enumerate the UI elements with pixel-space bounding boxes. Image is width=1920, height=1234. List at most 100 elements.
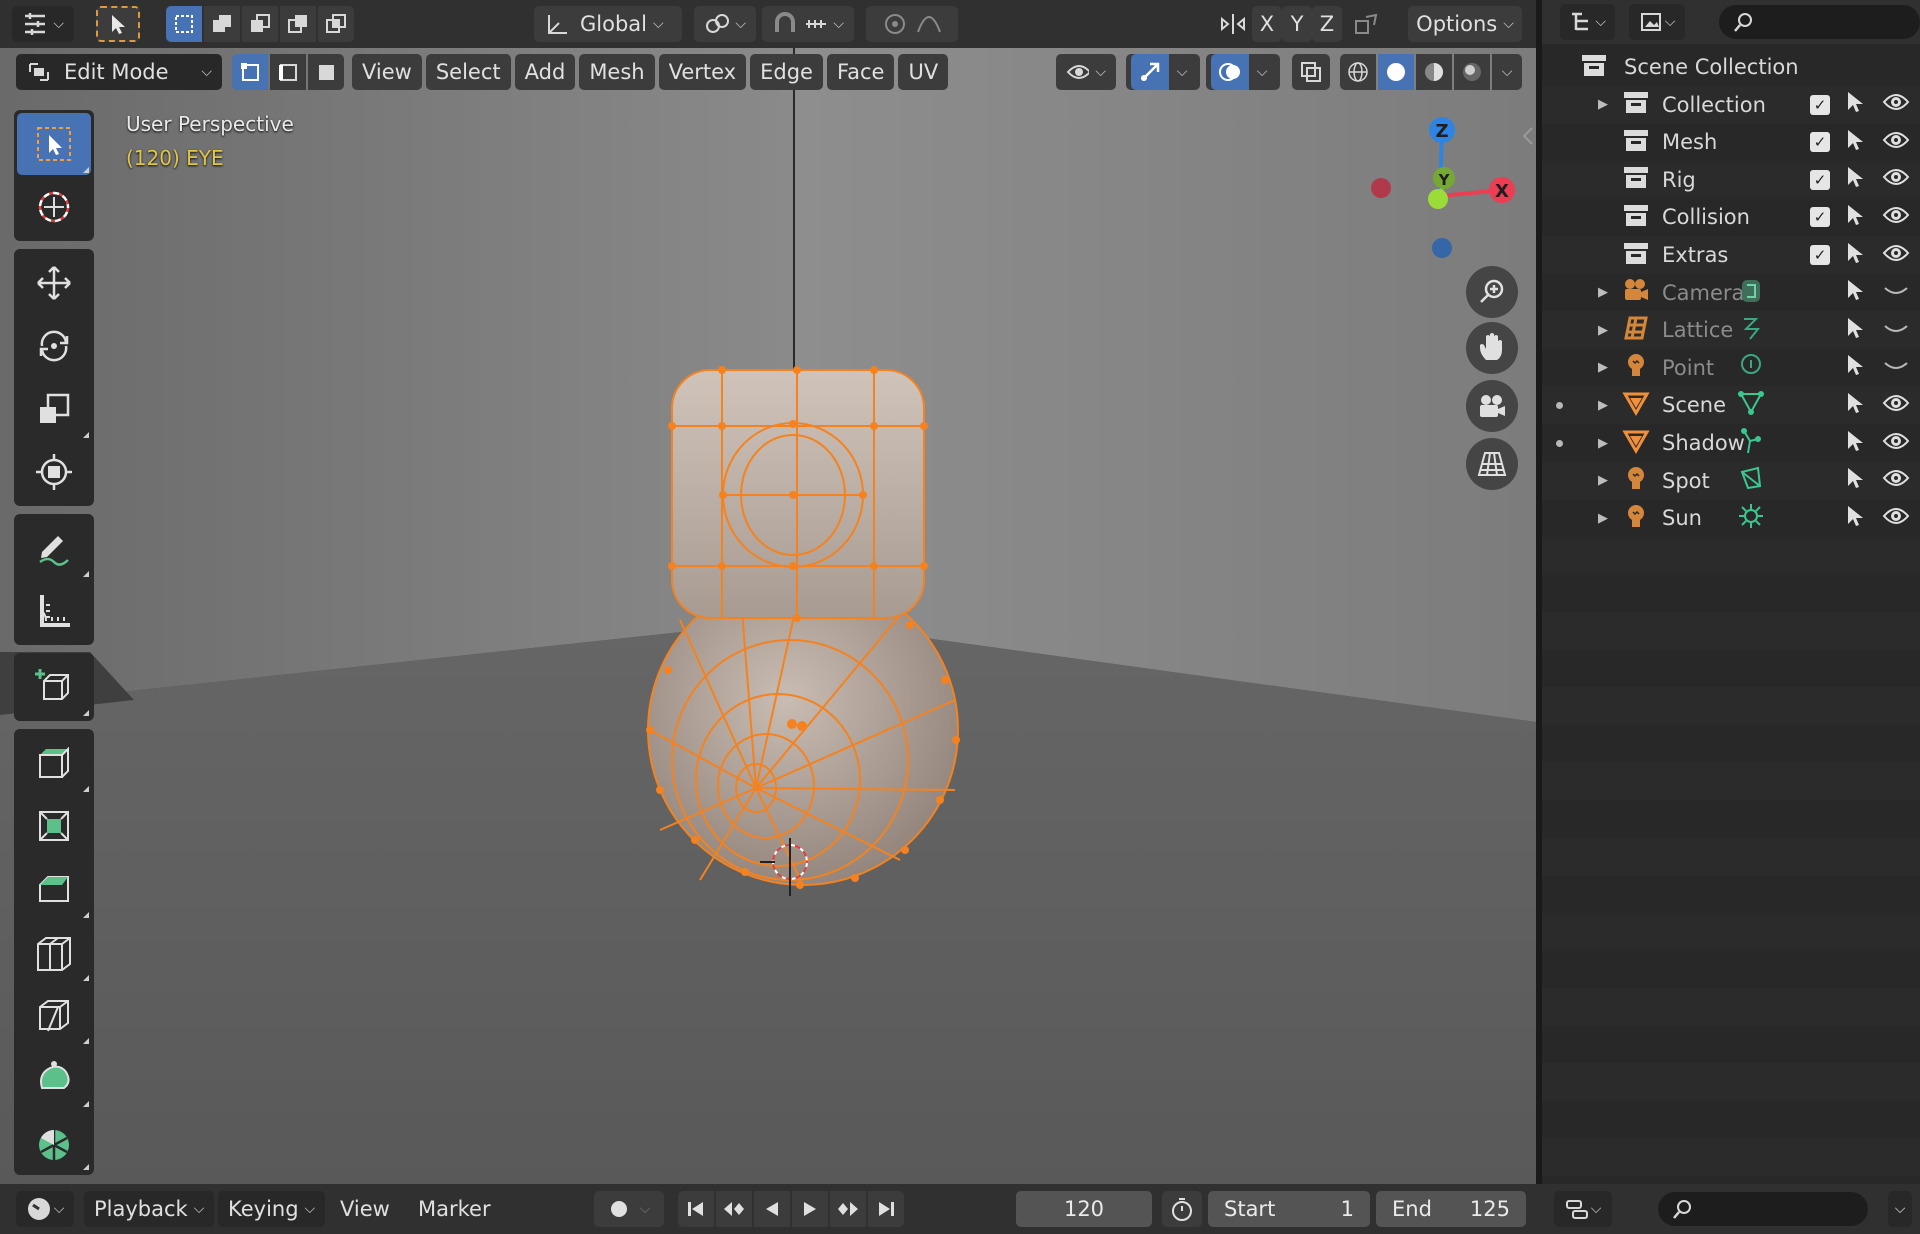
- display-mode-dropdown[interactable]: ⌵: [1629, 4, 1685, 40]
- perspective-toggle-button[interactable]: [1466, 438, 1518, 490]
- object-data-icon[interactable]: [1738, 464, 1764, 497]
- prev-keyframe-button[interactable]: [716, 1191, 752, 1227]
- expand-arrow-icon[interactable]: ▶: [1598, 323, 1608, 338]
- playback-menu[interactable]: Playback ⌵: [84, 1191, 215, 1227]
- mirror-y-toggle[interactable]: Y: [1282, 6, 1312, 42]
- use-preview-range-toggle[interactable]: [1162, 1191, 1202, 1227]
- camera-view-button[interactable]: [1466, 380, 1518, 432]
- expand-arrow-icon[interactable]: ▶: [1598, 285, 1608, 300]
- tool-add-cube[interactable]: [17, 656, 91, 718]
- menu-uv[interactable]: UV: [898, 54, 949, 90]
- eye-icon[interactable]: [1882, 91, 1910, 118]
- editor-type-button[interactable]: ⌵: [12, 6, 74, 42]
- jump-end-button[interactable]: [868, 1191, 904, 1227]
- outliner-item-collision[interactable]: Collision ✓: [1542, 198, 1920, 236]
- next-keyframe-button[interactable]: [830, 1191, 866, 1227]
- eye-icon[interactable]: [1882, 467, 1910, 494]
- eye-closed-icon[interactable]: [1882, 279, 1910, 306]
- jump-start-button[interactable]: [678, 1191, 714, 1227]
- object-data-icon[interactable]: [1738, 314, 1764, 347]
- menu-mesh[interactable]: Mesh: [579, 54, 655, 90]
- select-invert-button[interactable]: [280, 6, 316, 42]
- selectable-toggle-icon[interactable]: [1844, 429, 1868, 458]
- object-data-icon[interactable]: [1738, 502, 1764, 535]
- vertex-select-toggle[interactable]: [232, 54, 268, 90]
- outliner-search-input[interactable]: [1718, 5, 1920, 39]
- pivot-point-dropdown[interactable]: ⌵: [694, 6, 756, 42]
- transform-orientation-dropdown[interactable]: Global ⌵: [534, 6, 682, 42]
- eye-closed-icon[interactable]: [1882, 354, 1910, 381]
- tool-transform[interactable]: [17, 441, 91, 503]
- play-button[interactable]: [792, 1191, 828, 1227]
- properties-search-input[interactable]: [1658, 1192, 1868, 1226]
- eye-icon[interactable]: [1882, 204, 1910, 231]
- proportional-editing-dropdown[interactable]: [866, 6, 958, 42]
- eye-icon[interactable]: [1882, 392, 1910, 419]
- zoom-button[interactable]: [1466, 266, 1518, 318]
- object-data-icon[interactable]: [1738, 427, 1764, 460]
- menu-face[interactable]: Face: [826, 54, 895, 90]
- exclude-checkbox[interactable]: ✓: [1810, 94, 1830, 115]
- selectable-toggle-icon[interactable]: [1844, 316, 1868, 345]
- mirror-x-toggle[interactable]: X: [1252, 6, 1282, 42]
- exclude-checkbox[interactable]: ✓: [1810, 169, 1830, 190]
- selectable-toggle-icon[interactable]: [1844, 504, 1868, 533]
- selectable-toggle-icon[interactable]: [1844, 203, 1868, 232]
- current-frame-field[interactable]: 120: [1016, 1191, 1152, 1227]
- tool-inset[interactable]: [17, 795, 91, 857]
- tool-knife[interactable]: [17, 984, 91, 1046]
- mirror-z-toggle[interactable]: Z: [1312, 6, 1342, 42]
- shading-solid[interactable]: [1378, 54, 1414, 90]
- tool-select-box[interactable]: [17, 113, 91, 175]
- timeline-marker-menu[interactable]: Marker: [408, 1197, 501, 1221]
- select-extend-button[interactable]: [204, 6, 240, 42]
- tool-rotate[interactable]: [17, 315, 91, 377]
- mode-dropdown[interactable]: Edit Mode ⌵: [16, 54, 222, 90]
- shading-material[interactable]: [1416, 54, 1452, 90]
- outliner-editor-type[interactable]: ⌵: [1560, 4, 1616, 40]
- xray-toggle[interactable]: [1292, 54, 1330, 90]
- expand-arrow-icon[interactable]: ▶: [1598, 360, 1608, 375]
- outliner-item-scene[interactable]: ▶ Scene: [1542, 386, 1920, 425]
- menu-vertex[interactable]: Vertex: [658, 54, 747, 90]
- outliner-item-lattice[interactable]: ▶ Lattice: [1542, 311, 1920, 350]
- outliner-item-rig[interactable]: Rig ✓: [1542, 160, 1920, 199]
- eye-icon[interactable]: [1882, 129, 1910, 156]
- tool-measure[interactable]: [17, 580, 91, 642]
- shading-wireframe[interactable]: [1340, 54, 1376, 90]
- selectable-toggle-icon[interactable]: [1844, 90, 1868, 119]
- expand-arrow-icon[interactable]: ▶: [1598, 511, 1608, 526]
- tool-extrude[interactable]: [17, 732, 91, 794]
- expand-arrow-icon[interactable]: ▶: [1598, 473, 1608, 488]
- play-reverse-button[interactable]: [754, 1191, 790, 1227]
- options-dropdown[interactable]: Options ⌵: [1408, 6, 1522, 42]
- expand-arrow-icon[interactable]: ▶: [1598, 436, 1608, 451]
- timeline-editor-type[interactable]: ⌵: [16, 1191, 74, 1227]
- expand-arrow-icon[interactable]: ▶: [1598, 97, 1608, 112]
- select-mode-button[interactable]: [96, 6, 140, 42]
- tool-move[interactable]: [17, 252, 91, 314]
- selectable-toggle-icon[interactable]: [1844, 241, 1868, 270]
- expand-arrow-icon[interactable]: ▶: [1598, 398, 1608, 413]
- edge-select-toggle[interactable]: [270, 54, 306, 90]
- eye-icon[interactable]: [1882, 166, 1910, 193]
- eye-closed-icon[interactable]: [1882, 317, 1910, 344]
- outliner-item-sun[interactable]: ▶ Sun: [1542, 499, 1920, 537]
- select-intersect-button[interactable]: [318, 6, 354, 42]
- tool-loop-cut[interactable]: [17, 921, 91, 983]
- object-data-icon[interactable]: [1738, 389, 1764, 422]
- tool-cursor[interactable]: [17, 176, 91, 238]
- pan-button[interactable]: [1466, 322, 1518, 374]
- start-frame-field[interactable]: Start 1: [1208, 1191, 1370, 1227]
- object-data-icon[interactable]: [1738, 276, 1764, 309]
- properties-options-button[interactable]: ⌵: [1888, 1191, 1912, 1227]
- properties-editor-type[interactable]: ⌵: [1554, 1191, 1612, 1227]
- tool-annotate[interactable]: [17, 517, 91, 579]
- exclude-checkbox[interactable]: ✓: [1810, 132, 1830, 153]
- outliner-item-extras[interactable]: Extras ✓: [1542, 236, 1920, 274]
- outliner-item-shadow[interactable]: ▶ Shadow: [1542, 424, 1920, 462]
- tool-scale[interactable]: [17, 378, 91, 440]
- shading-options[interactable]: ⌵: [1492, 54, 1522, 90]
- outliner-item-mesh[interactable]: Mesh ✓: [1542, 123, 1920, 161]
- tool-poly-build[interactable]: [17, 1047, 91, 1109]
